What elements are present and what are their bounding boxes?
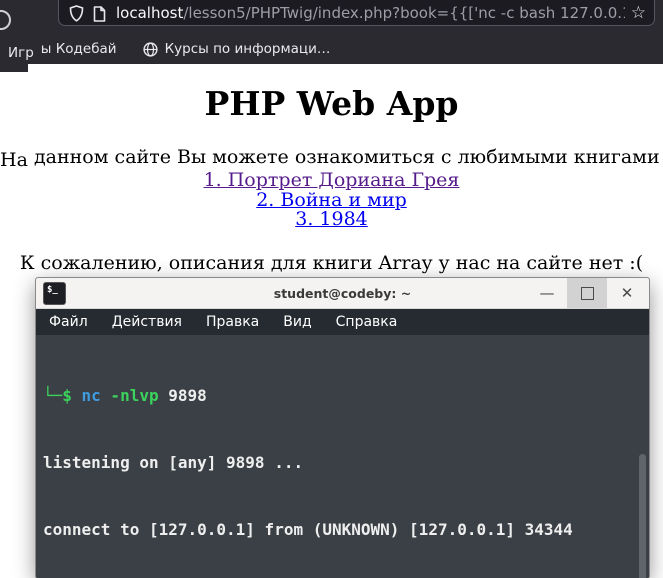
terminal-output[interactable]: └─$ nc -nlvp 9898 listening on [any] 989… (36, 335, 649, 578)
close-button[interactable]: ✕ (607, 278, 647, 308)
no-description-message: К сожалению, описания для книги Array у … (19, 251, 644, 274)
shield-icon[interactable] (69, 5, 84, 22)
menu-file[interactable]: Файл (36, 314, 100, 330)
menu-view[interactable]: Вид (271, 314, 323, 330)
globe-icon (142, 41, 158, 57)
browser-chrome: localhost/lesson5/PHPTwig/index.php?book… (0, 0, 663, 64)
terminal-titlebar[interactable]: $_ student@codeby: ~ — ✕ (36, 278, 649, 309)
minimize-button[interactable]: — (527, 278, 567, 308)
page-info-icon[interactable] (93, 5, 106, 22)
terminal-scrollbar[interactable] (639, 454, 646, 578)
book-link-3[interactable]: 3. 1984 (0, 209, 663, 230)
command-port: 9898 (158, 385, 207, 405)
bookmark-label: Курсы по информаци… (164, 41, 331, 57)
url-text[interactable]: localhost/lesson5/PHPTwig/index.php?book… (116, 4, 625, 22)
bookmark-label-part: ы Кодебай (40, 41, 117, 57)
intro-rest: данном сайте Вы можете ознакомиться с лю… (33, 146, 660, 168)
terminal-prompt-line: └─$ nc -nlvp 9898 (43, 385, 649, 407)
book-links-list: 1. Портрет Дориана Грея 2. Война и мир 3… (0, 170, 663, 230)
bookmark-star-icon[interactable]: ☆ (631, 5, 646, 22)
maximize-icon (580, 286, 594, 300)
chrome-edge-artifact (0, 64, 28, 72)
menu-edit[interactable]: Правка (194, 314, 271, 330)
terminal-line: listening on [any] 9898 ... (43, 453, 304, 473)
reload-icon[interactable] (0, 10, 11, 30)
page-title: PHP Web App (204, 84, 459, 123)
command-name: nc (81, 385, 101, 405)
url-host: localhost (116, 4, 184, 22)
terminal-line: connect to [127.0.0.1] from (UNKNOWN) [1… (43, 520, 573, 540)
command-args: -nlvp (100, 385, 159, 405)
menu-help[interactable]: Справка (324, 314, 410, 330)
terminal-app-icon: $_ (43, 281, 66, 305)
terminal-window[interactable]: $_ student@codeby: ~ — ✕ Файл Действия П… (36, 278, 649, 578)
menu-actions[interactable]: Действия (100, 314, 194, 330)
intro-first-word: На (0, 149, 28, 171)
terminal-menubar: Файл Действия Правка Вид Справка (36, 309, 649, 335)
intro-text: На данном сайте Вы можете ознакомиться с… (0, 146, 663, 171)
maximize-button[interactable] (567, 278, 607, 308)
bookmark-item-codeby-games[interactable]: Игр ы Кодебай (8, 41, 117, 61)
bookmark-label-part: Игр (8, 45, 34, 61)
bookmark-item-courses[interactable]: Курсы по информаци… (142, 41, 331, 57)
bookmarks-bar: Игр ы Кодебай Курсы по информаци… (0, 34, 663, 64)
book-link-1[interactable]: 1. Портрет Дориана Грея (0, 170, 663, 191)
shell-prompt: └─$ (43, 385, 82, 405)
address-bar[interactable]: localhost/lesson5/PHPTwig/index.php?book… (58, 0, 655, 26)
url-path: /lesson5/PHPTwig/index.php?book={{['nc -… (183, 4, 625, 22)
